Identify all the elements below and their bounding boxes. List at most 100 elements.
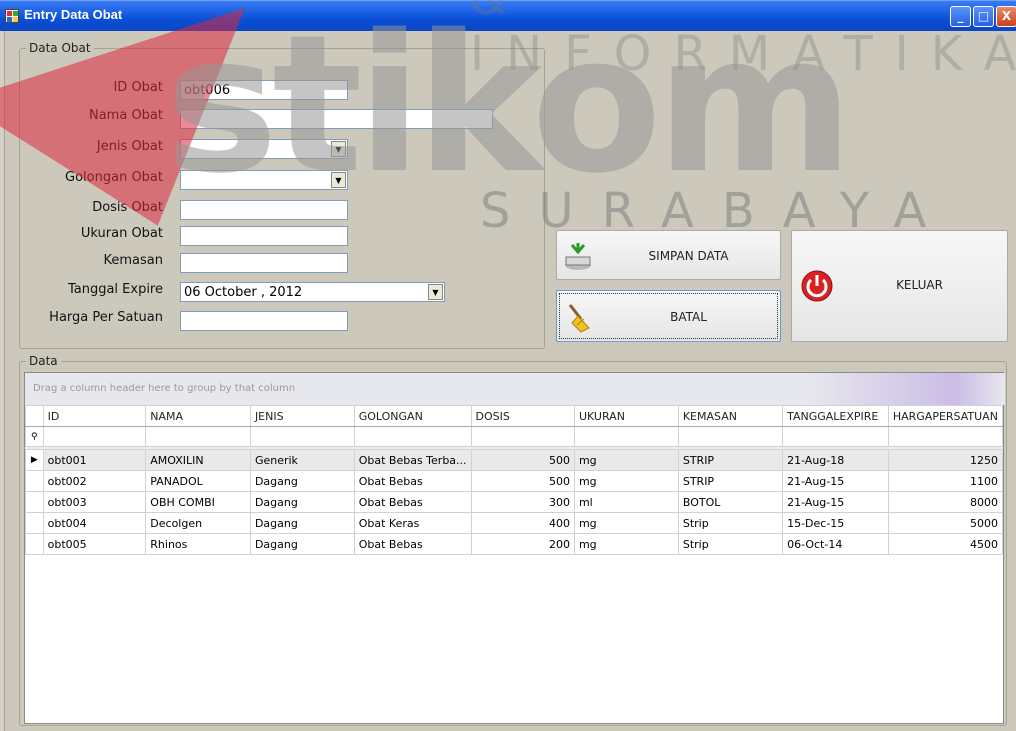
cell-dosis[interactable]: 200 [470, 533, 575, 555]
cell-jenis[interactable]: Dagang [249, 491, 355, 513]
data-group-title: Data [29, 354, 58, 368]
table-row[interactable]: obt005 Rhinos Dagang Obat Bebas 200 mg S… [25, 533, 1004, 555]
batal-button[interactable]: BATAL [556, 290, 781, 342]
column-header-ukuran[interactable]: UKURAN [573, 405, 679, 427]
dosis-obat-field[interactable] [180, 200, 348, 220]
cell-nama[interactable]: Decolgen [145, 512, 251, 534]
cell-hargapersatuan[interactable]: 8000 [887, 491, 1004, 513]
cell-dosis[interactable]: 300 [470, 491, 575, 513]
column-header-hargapersatuan[interactable]: HARGAPERSATUAN [887, 405, 1004, 427]
broom-icon [568, 304, 590, 333]
cell-tanggalexpire[interactable]: 21-Aug-15 [782, 470, 889, 492]
keluar-button[interactable]: KELUAR [791, 230, 1008, 342]
cell-dosis[interactable]: 500 [470, 470, 575, 492]
cell-kemasan[interactable]: Strip [677, 533, 784, 555]
jenis-obat-label: Jenis Obat [96, 139, 163, 154]
cell-hargapersatuan[interactable]: 1250 [887, 449, 1004, 471]
group-by-hint: Drag a column header here to group by th… [33, 383, 296, 394]
cell-ukuran[interactable]: mg [573, 470, 679, 492]
table-row[interactable]: ▶ obt001 AMOXILIN Generik Obat Bebas Ter… [25, 449, 1004, 471]
cell-golongan[interactable]: Obat Bebas [353, 533, 472, 555]
nama-obat-field[interactable] [180, 109, 493, 129]
column-header-id[interactable]: ID [42, 405, 147, 427]
kemasan-label: Kemasan [103, 253, 163, 268]
keluar-label: KELUAR [896, 278, 943, 292]
cell-hargapersatuan[interactable]: 1100 [887, 470, 1004, 492]
close-button[interactable]: X [996, 6, 1016, 27]
tanggal-expire-value: 06 October , 2012 [184, 285, 303, 300]
table-row[interactable]: obt004 Decolgen Dagang Obat Keras 400 mg… [25, 512, 1004, 534]
cell-jenis[interactable]: Dagang [249, 533, 355, 555]
cell-nama[interactable]: AMOXILIN [145, 449, 251, 471]
minimize-button[interactable]: _ [950, 6, 971, 27]
golongan-obat-combo[interactable]: ▼ [180, 170, 348, 190]
column-header-nama[interactable]: NAMA [145, 405, 251, 427]
id-obat-field[interactable]: obt006 [180, 80, 348, 100]
cell-hargapersatuan[interactable]: 5000 [887, 512, 1004, 534]
cell-golongan[interactable]: Obat Bebas Terba... [353, 449, 472, 471]
cell-ukuran[interactable]: mg [573, 512, 679, 534]
cell-tanggalexpire[interactable]: 06-Oct-14 [782, 533, 889, 555]
cell-jenis[interactable]: Dagang [249, 470, 355, 492]
batal-label: BATAL [670, 310, 707, 324]
column-header-tanggalexpire[interactable]: TANGGALEXPIRE [782, 405, 889, 427]
cell-tanggalexpire[interactable]: 15-Dec-15 [782, 512, 889, 534]
column-header-dosis[interactable]: DOSIS [470, 405, 575, 427]
cell-golongan[interactable]: Obat Bebas [353, 470, 472, 492]
cell-id[interactable]: obt003 [42, 491, 147, 513]
maximize-button[interactable]: □ [973, 6, 994, 27]
new-row[interactable]: ⚲ [25, 426, 1004, 447]
cell-nama[interactable]: PANADOL [145, 470, 251, 492]
ukuran-obat-label: Ukuran Obat [80, 226, 163, 241]
cell-id[interactable]: obt004 [42, 512, 147, 534]
id-obat-label: ID Obat [113, 80, 163, 95]
tanggal-expire-label: Tanggal Expire [67, 282, 163, 297]
app-icon [5, 9, 19, 23]
cell-nama[interactable]: Rhinos [145, 533, 251, 555]
harga-per-satuan-label: Harga Per Satuan [49, 310, 163, 325]
table-row[interactable]: obt002 PANADOL Dagang Obat Bebas 500 mg … [25, 470, 1004, 492]
cell-hargapersatuan[interactable]: 4500 [887, 533, 1004, 555]
kemasan-field[interactable] [180, 253, 348, 273]
column-header-golongan[interactable]: GOLONGAN [353, 405, 472, 427]
title-bar[interactable]: Entry Data Obat _ □ X [0, 0, 1016, 31]
data-obat-group-title: Data Obat [29, 41, 91, 55]
cell-tanggalexpire[interactable]: 21-Aug-15 [782, 491, 889, 513]
simpan-data-label: SIMPAN DATA [648, 249, 729, 263]
cell-nama[interactable]: OBH COMBI [145, 491, 251, 513]
tanggal-expire-datepicker[interactable]: 06 October , 2012 ▼ [180, 282, 445, 302]
window-title: Entry Data Obat [24, 7, 123, 22]
cell-dosis[interactable]: 400 [470, 512, 575, 534]
data-grid[interactable]: Drag a column header here to group by th… [24, 372, 1005, 724]
table-row[interactable]: obt003 OBH COMBI Dagang Obat Bebas 300 m… [25, 491, 1004, 513]
cell-id[interactable]: obt002 [42, 470, 147, 492]
column-header-jenis[interactable]: JENIS [249, 405, 355, 427]
cell-id[interactable]: obt001 [42, 449, 147, 471]
simpan-data-button[interactable]: SIMPAN DATA [556, 230, 781, 280]
cell-kemasan[interactable]: STRIP [677, 470, 784, 492]
cell-ukuran[interactable]: mg [573, 533, 679, 555]
harga-per-satuan-field[interactable] [180, 311, 348, 331]
cell-ukuran[interactable]: ml [573, 491, 679, 513]
golongan-obat-label: Golongan Obat [65, 170, 163, 185]
cell-ukuran[interactable]: mg [573, 449, 679, 471]
column-header-kemasan[interactable]: KEMASAN [677, 405, 784, 427]
grid-header-row: ID NAMA JENIS GOLONGAN DOSIS UKURAN KEMA… [25, 405, 1004, 427]
cell-golongan[interactable]: Obat Bebas [353, 491, 472, 513]
cell-id[interactable]: obt005 [42, 533, 147, 555]
cell-jenis[interactable]: Generik [249, 449, 355, 471]
new-row-icon: ⚲ [25, 426, 44, 447]
cell-kemasan[interactable]: STRIP [677, 449, 784, 471]
chevron-down-icon[interactable]: ▼ [331, 141, 346, 157]
cell-jenis[interactable]: Dagang [249, 512, 355, 534]
cell-kemasan[interactable]: Strip [677, 512, 784, 534]
cell-dosis[interactable]: 500 [470, 449, 575, 471]
group-by-panel[interactable]: Drag a column header here to group by th… [25, 373, 1005, 405]
ukuran-obat-field[interactable] [180, 226, 348, 246]
cell-kemasan[interactable]: BOTOL [677, 491, 784, 513]
cell-golongan[interactable]: Obat Keras [353, 512, 472, 534]
chevron-down-icon[interactable]: ▼ [428, 284, 443, 300]
jenis-obat-combo[interactable]: ▼ [180, 139, 348, 159]
cell-tanggalexpire[interactable]: 21-Aug-18 [782, 449, 889, 471]
chevron-down-icon[interactable]: ▼ [331, 172, 346, 188]
